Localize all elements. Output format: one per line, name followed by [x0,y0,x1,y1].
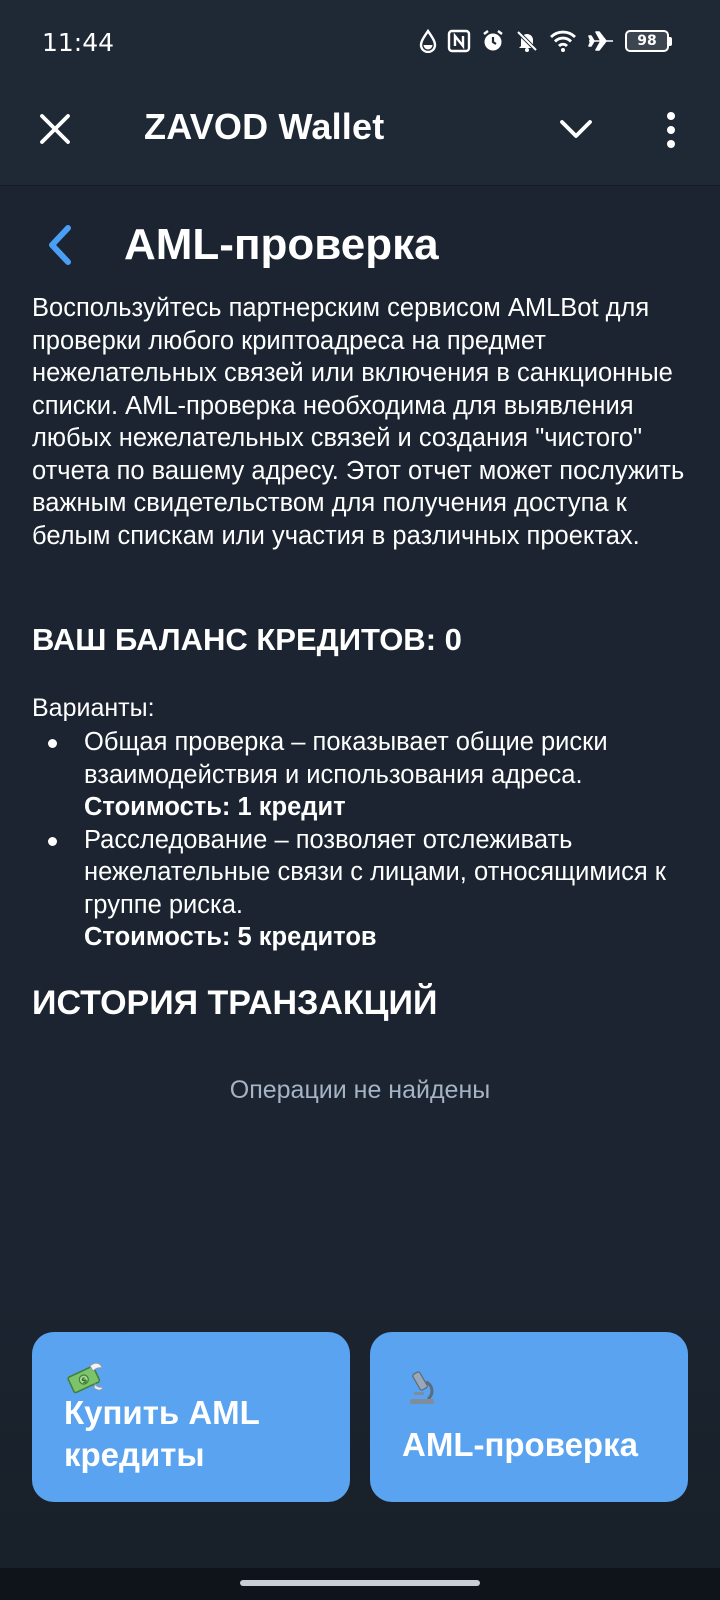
microscope-icon [410,1371,434,1404]
page-title: AML-проверка [124,220,439,269]
aml-check-button[interactable]: AML-проверка [370,1332,688,1502]
water-drop-icon [419,29,437,53]
home-indicator[interactable] [240,1580,480,1586]
close-button[interactable] [36,110,74,148]
airplane-icon [588,31,613,51]
status-icons: 98 [419,26,672,56]
battery-icon: 98 [625,30,672,52]
app-header: ZAVOD Wallet [0,84,720,186]
nfc-icon [447,29,471,53]
navigation-bar [0,1568,720,1600]
history-title: ИСТОРИЯ ТРАНЗАКЦИЙ [32,984,438,1022]
chevron-down-icon [560,120,592,138]
option-item-general: Общая проверка – показывает общие риски … [32,726,692,824]
buy-credits-label: Купить AML кредиты [64,1394,260,1473]
status-time: 11:44 [42,28,115,57]
buy-credits-button[interactable]: $ Купить AML кредиты [32,1332,350,1502]
battery-level: 98 [625,30,669,52]
back-button[interactable] [40,222,80,268]
option-description: Общая проверка – показывает общие риски … [84,728,608,789]
alarm-icon [483,30,503,51]
option-cost: Стоимость: 5 кредитов [84,923,377,951]
back-arrow-icon [49,225,71,265]
more-vertical-icon [667,112,675,148]
description-text: Воспользуйтесь партнерским сервисом AMLB… [32,294,685,550]
more-menu-button[interactable] [654,108,688,152]
options-label: Варианты: [32,694,155,722]
status-bar: 11:44 98 [0,0,720,84]
wifi-icon [550,30,576,52]
option-description: Расследование – позволяет отслеживать не… [84,825,666,919]
app-title: ZAVOD Wallet [144,106,385,147]
empty-state-text: Операции не найдены [229,1076,491,1104]
option-cost: Стоимость: 1 кредит [84,793,346,821]
collapse-button[interactable] [558,112,594,146]
credit-balance: ВАШ БАЛАНС КРЕДИТОВ: 0 [32,622,462,657]
aml-check-label: AML-проверка [402,1426,638,1463]
option-item-investigation: Расследование – позволяет отслеживать не… [32,824,692,954]
close-icon [40,114,70,144]
mute-icon [516,30,538,52]
options-list: Общая проверка – показывает общие риски … [32,726,692,954]
